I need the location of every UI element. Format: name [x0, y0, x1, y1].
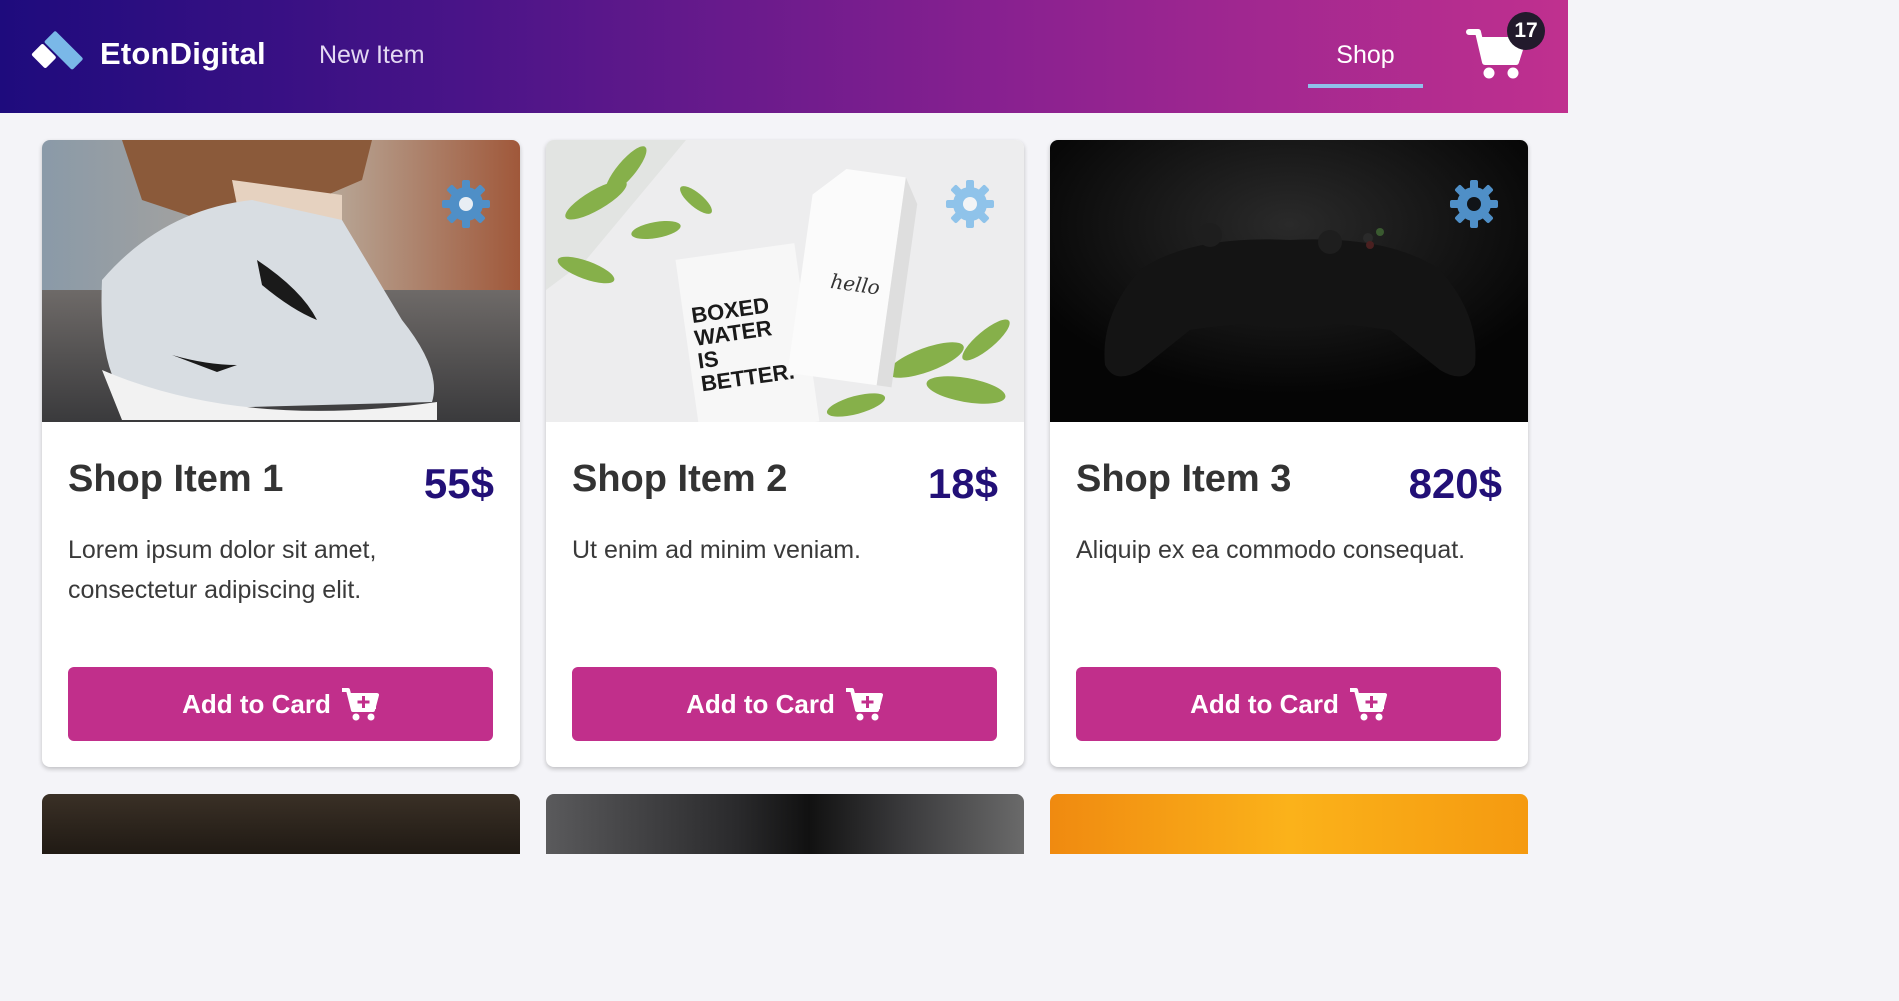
etondigital-logo-icon[interactable]: [24, 22, 92, 90]
product-card: Shop Item 1 55$ Lorem ipsum dolor sit am…: [42, 140, 520, 767]
add-to-cart-button[interactable]: Add to Card: [68, 667, 493, 741]
product-card: Shop Item 3 820$ Aliquip ex ea commodo c…: [1050, 140, 1528, 767]
brand-name[interactable]: EtonDigital: [100, 36, 266, 72]
gear-icon[interactable]: [1448, 178, 1500, 230]
gear-icon[interactable]: [944, 178, 996, 230]
product-card-partial: [1050, 794, 1528, 854]
product-card-partial: [546, 794, 1024, 854]
nav-link-new-item[interactable]: New Item: [319, 41, 425, 70]
active-nav-indicator: [1308, 84, 1423, 88]
product-title: Shop Item 1: [68, 458, 284, 500]
add-to-cart-label: Add to Card: [1190, 688, 1339, 719]
cart-plus-icon: [1349, 688, 1387, 721]
product-description: Ut enim ad minim veniam.: [572, 536, 861, 564]
product-card: BOXED WATER IS BETTER. hello Shop Item 2…: [546, 140, 1024, 767]
product-title: Shop Item 3: [1076, 458, 1292, 500]
add-to-cart-button[interactable]: Add to Card: [1076, 667, 1501, 741]
cart-plus-icon: [341, 688, 379, 721]
add-to-cart-button[interactable]: Add to Card: [572, 667, 997, 741]
product-description: Lorem ipsum dolor sit amet, consectetur …: [68, 536, 377, 604]
add-to-cart-label: Add to Card: [182, 688, 331, 719]
cart-count-badge: 17: [1507, 12, 1545, 50]
nav-link-shop[interactable]: Shop: [1308, 41, 1423, 70]
cart-plus-icon: [845, 688, 883, 721]
gear-icon[interactable]: [440, 178, 492, 230]
product-price: 55$: [423, 460, 494, 507]
product-price: 820$: [1408, 460, 1502, 507]
add-to-cart-label: Add to Card: [686, 688, 835, 719]
product-description: Aliquip ex ea commodo consequat.: [1076, 536, 1466, 564]
product-card-partial: [42, 794, 520, 854]
product-title: Shop Item 2: [572, 458, 788, 500]
product-price: 18$: [927, 460, 998, 507]
top-navbar: EtonDigital New Item Shop 17: [0, 0, 1568, 113]
